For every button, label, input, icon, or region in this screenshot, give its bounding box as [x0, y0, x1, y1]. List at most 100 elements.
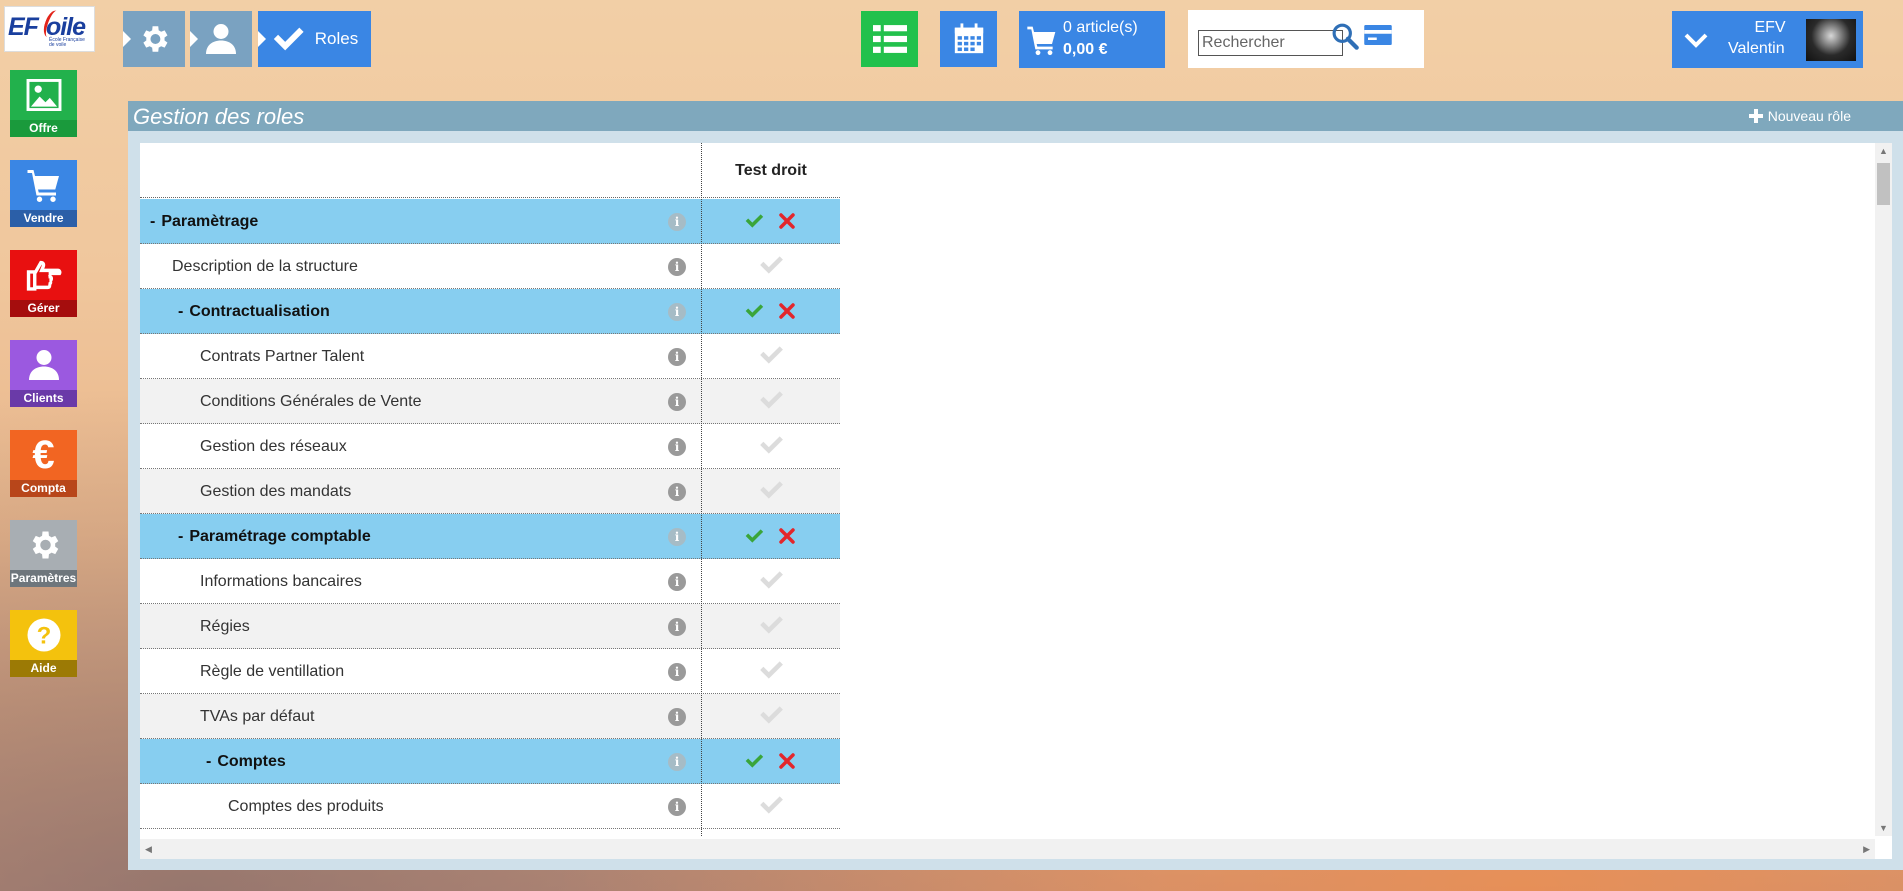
role-label[interactable]: - Comptes	[206, 739, 286, 784]
role-item-row[interactable]: Description de la structure i	[140, 244, 840, 289]
pointing-hand-icon	[26, 260, 61, 291]
sidebar-item-clients[interactable]: Clients	[10, 340, 77, 407]
grant-all-check-icon[interactable]	[744, 527, 764, 545]
info-icon[interactable]: i	[668, 573, 686, 591]
table-header: Test droit	[140, 143, 840, 198]
roles-panel: Gestion des roles Nouveau rôle Test droi…	[128, 101, 1903, 870]
grant-all-check-icon[interactable]	[744, 212, 764, 230]
permission-check-icon[interactable]	[758, 434, 784, 456]
sidebar-item-aide[interactable]: ? Aide	[10, 610, 77, 677]
card-icon[interactable]	[1363, 23, 1393, 47]
crumb-user[interactable]	[190, 11, 252, 67]
cart-button[interactable]: 0 article(s) 0,00 €	[1019, 11, 1165, 68]
role-label-text: Conditions Générales de Vente	[200, 392, 422, 410]
info-icon[interactable]: i	[668, 753, 686, 771]
role-item-row[interactable]: Contrats Partner Talent i	[140, 334, 840, 379]
grant-all-check-icon[interactable]	[744, 752, 764, 770]
permission-check-icon[interactable]	[758, 704, 784, 726]
role-group-row[interactable]: - Contractualisation i	[140, 289, 840, 334]
info-icon[interactable]: i	[668, 258, 686, 276]
permission-check-icon[interactable]	[758, 659, 784, 681]
roles-content: Test droit - Paramètrage i Description de l…	[140, 143, 1892, 859]
collapse-toggle[interactable]: -	[206, 753, 211, 771]
crumb-roles[interactable]: Roles	[258, 11, 371, 67]
crumb-roles-label: Roles	[314, 29, 359, 48]
role-group-row[interactable]: - Paramétrage comptable i	[140, 514, 840, 559]
permission-cell	[702, 739, 840, 784]
role-label-text: TVAs par défaut	[200, 707, 315, 725]
revoke-all-cross-icon[interactable]	[779, 303, 795, 319]
permission-check-icon[interactable]	[758, 794, 784, 816]
info-icon[interactable]: i	[668, 213, 686, 231]
sidebar-label: Offre	[10, 120, 77, 137]
grant-all-check-icon[interactable]	[744, 302, 764, 320]
cart-icon	[27, 170, 59, 202]
info-icon[interactable]: i	[668, 303, 686, 321]
search-input[interactable]	[1198, 30, 1343, 56]
sidebar-item-offre[interactable]: Offre	[10, 70, 77, 137]
collapse-toggle[interactable]: -	[150, 213, 155, 231]
sidebar-item-vendre[interactable]: Vendre	[10, 160, 77, 227]
info-icon[interactable]: i	[668, 528, 686, 546]
role-label[interactable]: - Contractualisation	[178, 289, 330, 334]
info-icon[interactable]: i	[668, 663, 686, 681]
scroll-thumb[interactable]	[1877, 163, 1890, 205]
role-label: TVAs par défaut	[200, 694, 314, 739]
permission-check-icon[interactable]	[758, 479, 784, 501]
info-icon[interactable]: i	[668, 618, 686, 636]
role-label-text: Gestion des réseaux	[200, 437, 347, 455]
search-icon[interactable]	[1331, 22, 1361, 52]
info-icon[interactable]: i	[668, 348, 686, 366]
sidebar-item-gerer[interactable]: Gérer	[10, 250, 77, 317]
permission-cell	[702, 334, 840, 379]
permission-cell	[702, 424, 840, 469]
logo[interactable]: EF oile École Française de voile	[4, 6, 95, 52]
permission-check-icon[interactable]	[758, 614, 784, 636]
user-menu[interactable]: EFV Valentin	[1672, 11, 1863, 68]
info-icon[interactable]: i	[668, 483, 686, 501]
role-item-row[interactable]: Gestion des réseaux i	[140, 424, 840, 469]
permission-cell	[702, 784, 840, 829]
permission-cell	[702, 694, 840, 739]
permission-check-icon[interactable]	[758, 389, 784, 411]
info-icon[interactable]: i	[668, 708, 686, 726]
permission-check-icon[interactable]	[758, 569, 784, 591]
role-item-row[interactable]: Régies i	[140, 604, 840, 649]
gear-icon	[143, 26, 168, 52]
role-group-row[interactable]: - Paramètrage i	[140, 199, 840, 244]
page-title: Gestion des roles	[133, 104, 305, 129]
horizontal-scrollbar[interactable]: ◀ ▶	[140, 839, 1875, 859]
revoke-all-cross-icon[interactable]	[779, 213, 795, 229]
vertical-scrollbar[interactable]: ▲ ▼	[1875, 143, 1892, 836]
role-group-row[interactable]: - Comptes i	[140, 739, 840, 784]
role-label-text: Contractualisation	[189, 302, 330, 320]
new-role-button[interactable]: Nouveau rôle	[1748, 108, 1851, 124]
new-role-label: Nouveau rôle	[1767, 108, 1851, 124]
role-label: Conditions Générales de Vente	[200, 379, 421, 424]
info-icon[interactable]: i	[668, 798, 686, 816]
revoke-all-cross-icon[interactable]	[779, 753, 795, 769]
role-item-row[interactable]: Conditions Générales de Vente i	[140, 379, 840, 424]
sidebar-item-compta[interactable]: € Compta	[10, 430, 77, 497]
role-label[interactable]: - Paramétrage comptable	[178, 514, 371, 559]
role-item-row[interactable]: Règle de ventillation i	[140, 649, 840, 694]
info-icon[interactable]: i	[668, 438, 686, 456]
collapse-toggle[interactable]: -	[178, 303, 183, 321]
role-item-row[interactable]: Comptes des produits i	[140, 784, 840, 829]
collapse-toggle[interactable]: -	[178, 528, 183, 546]
permission-cell	[702, 469, 840, 514]
role-item-row[interactable]: TVAs par défaut i	[140, 694, 840, 739]
permission-check-icon[interactable]	[758, 254, 784, 276]
list-view-button[interactable]	[861, 11, 918, 67]
role-item-row[interactable]: Informations bancaires i	[140, 559, 840, 604]
permission-check-icon[interactable]	[758, 344, 784, 366]
user-org: EFV	[1754, 19, 1786, 36]
info-icon[interactable]: i	[668, 393, 686, 411]
crumb-settings[interactable]	[123, 11, 185, 67]
role-item-row[interactable]: Gestion des mandats i	[140, 469, 840, 514]
user-icon	[206, 24, 236, 54]
calendar-button[interactable]	[940, 11, 997, 67]
revoke-all-cross-icon[interactable]	[779, 528, 795, 544]
role-label[interactable]: - Paramètrage	[150, 199, 258, 244]
sidebar-item-parametres[interactable]: Paramètres	[10, 520, 77, 587]
